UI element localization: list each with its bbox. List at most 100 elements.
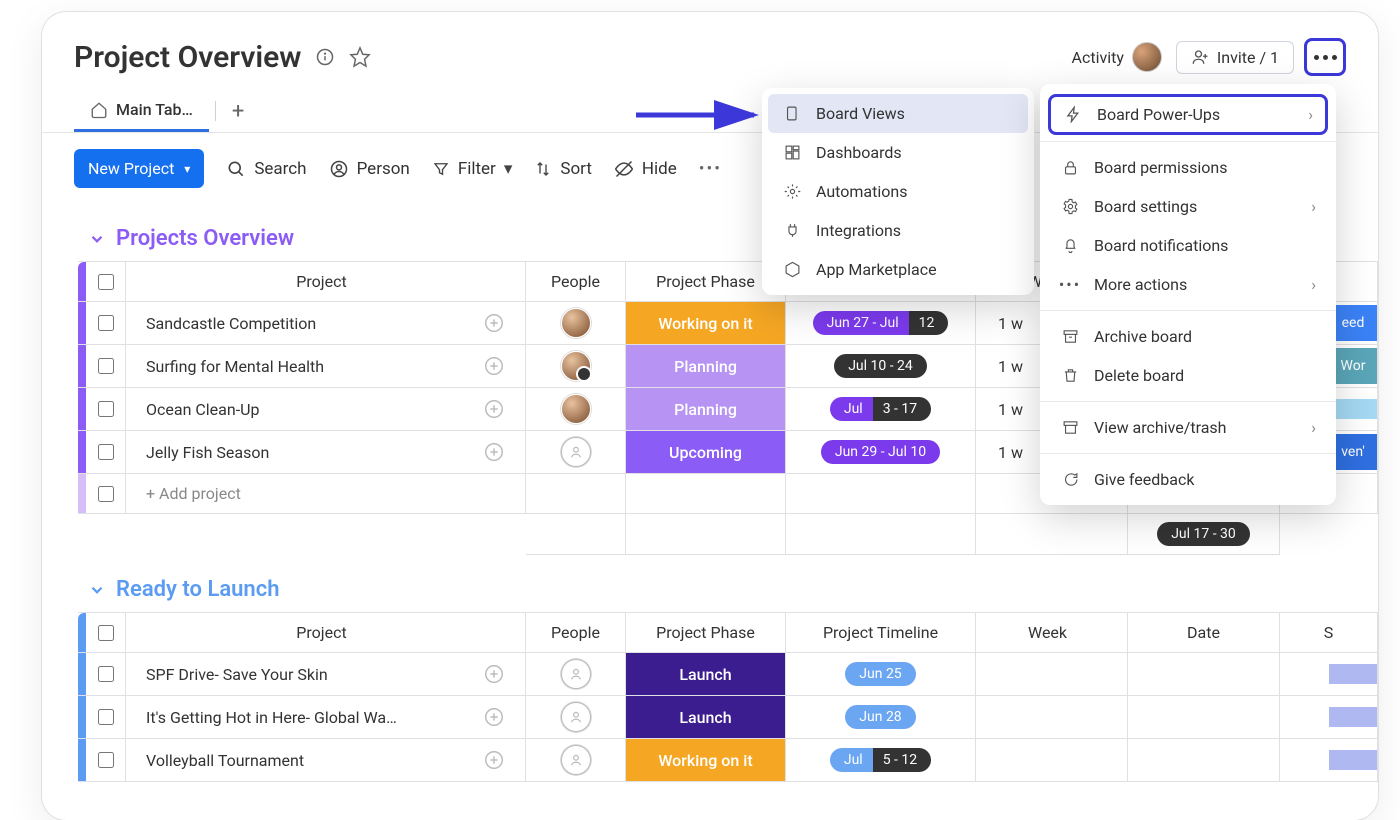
- add-comment-icon[interactable]: [483, 398, 505, 420]
- menu-item[interactable]: App Marketplace: [762, 250, 1034, 289]
- row-checkbox[interactable]: [86, 474, 126, 513]
- col-status[interactable]: S: [1280, 613, 1378, 652]
- phase-cell[interactable]: Working on it: [626, 302, 786, 344]
- add-project-row[interactable]: + Add project: [126, 474, 526, 513]
- row-checkbox[interactable]: [86, 431, 126, 473]
- status-cell[interactable]: [1280, 653, 1378, 695]
- menu-item[interactable]: Board settings ›: [1040, 187, 1336, 226]
- people-cell[interactable]: [526, 739, 626, 781]
- add-comment-icon[interactable]: [483, 749, 505, 771]
- star-icon[interactable]: [349, 46, 371, 68]
- table-row[interactable]: SPF Drive- Save Your Skin Launch Jun 25: [78, 653, 1378, 696]
- row-checkbox[interactable]: [86, 388, 126, 430]
- status-cell[interactable]: [1280, 696, 1378, 738]
- menu-item[interactable]: Board permissions: [1040, 148, 1336, 187]
- project-name[interactable]: Jelly Fish Season: [146, 443, 269, 462]
- activity-link[interactable]: Activity: [1072, 42, 1162, 72]
- people-cell[interactable]: [526, 388, 626, 430]
- menu-item[interactable]: Board notifications: [1040, 226, 1336, 265]
- timeline-cell[interactable]: Jun 29 - Jul 10: [786, 431, 976, 473]
- menu-item[interactable]: Automations: [762, 172, 1034, 211]
- phase-cell[interactable]: Launch: [626, 696, 786, 738]
- person-tool[interactable]: Person: [329, 159, 410, 179]
- col-people[interactable]: People: [526, 613, 626, 652]
- table-row[interactable]: It's Getting Hot in Here- Global Wa… Lau…: [78, 696, 1378, 739]
- people-cell[interactable]: [526, 431, 626, 473]
- col-week[interactable]: Week: [976, 613, 1128, 652]
- table-row[interactable]: Volleyball Tournament Working on it Jul5…: [78, 739, 1378, 782]
- tab-main-table[interactable]: Main Tab…: [74, 90, 209, 132]
- invite-button[interactable]: Invite / 1: [1176, 41, 1294, 74]
- timeline-cell[interactable]: Jul5 - 12: [786, 739, 976, 781]
- tab-label: Main Tab…: [116, 100, 193, 119]
- timeline-cell[interactable]: Jul3 - 17: [786, 388, 976, 430]
- row-checkbox[interactable]: [86, 345, 126, 387]
- avatar[interactable]: [561, 308, 591, 338]
- menu-item[interactable]: Board Views: [768, 94, 1028, 133]
- col-timeline[interactable]: Project Timeline: [786, 613, 976, 652]
- menu-item[interactable]: ••• More actions ›: [1040, 265, 1336, 304]
- add-comment-icon[interactable]: [483, 706, 505, 728]
- menu-item[interactable]: Dashboards: [762, 133, 1034, 172]
- people-cell[interactable]: [526, 653, 626, 695]
- people-cell[interactable]: [526, 302, 626, 344]
- toolbar-more[interactable]: •••: [699, 159, 722, 179]
- week-cell[interactable]: [976, 696, 1128, 738]
- menu-item[interactable]: Board Power-Ups ›: [1048, 94, 1328, 135]
- project-name[interactable]: Ocean Clean-Up: [146, 400, 259, 419]
- timeline-cell[interactable]: Jun 28: [786, 696, 976, 738]
- sort-tool[interactable]: Sort: [534, 159, 592, 179]
- row-checkbox[interactable]: [86, 696, 126, 738]
- add-comment-icon[interactable]: [483, 663, 505, 685]
- filter-tool[interactable]: Filter ▾: [432, 159, 513, 179]
- phase-cell[interactable]: Planning: [626, 388, 786, 430]
- timeline-cell[interactable]: Jul 10 - 24: [786, 345, 976, 387]
- people-cell[interactable]: [526, 345, 626, 387]
- col-people[interactable]: People: [526, 262, 626, 301]
- project-name[interactable]: It's Getting Hot in Here- Global Wa…: [146, 708, 397, 727]
- add-comment-icon[interactable]: [483, 355, 505, 377]
- week-cell[interactable]: [976, 653, 1128, 695]
- col-project[interactable]: Project: [126, 613, 526, 652]
- project-name[interactable]: Surfing for Mental Health: [146, 357, 324, 376]
- group-header-ready-to-launch[interactable]: Ready to Launch: [42, 555, 1378, 612]
- project-name[interactable]: Sandcastle Competition: [146, 314, 316, 333]
- people-cell[interactable]: [526, 696, 626, 738]
- date-cell[interactable]: [1128, 739, 1280, 781]
- phase-cell[interactable]: Planning: [626, 345, 786, 387]
- menu-item[interactable]: Delete board: [1040, 356, 1336, 395]
- select-all-checkbox[interactable]: [86, 613, 126, 652]
- week-cell[interactable]: [976, 739, 1128, 781]
- timeline-cell[interactable]: Jun 27 - Jul12: [786, 302, 976, 344]
- date-cell[interactable]: [1128, 696, 1280, 738]
- col-phase[interactable]: Project Phase: [626, 613, 786, 652]
- search-tool[interactable]: Search: [226, 159, 306, 179]
- add-tab-button[interactable]: +: [222, 99, 254, 124]
- phase-cell[interactable]: Working on it: [626, 739, 786, 781]
- info-icon[interactable]: [315, 47, 335, 67]
- date-cell[interactable]: [1128, 653, 1280, 695]
- project-name[interactable]: Volleyball Tournament: [146, 751, 304, 770]
- col-project[interactable]: Project: [126, 262, 526, 301]
- phase-cell[interactable]: Launch: [626, 653, 786, 695]
- more-menu-button[interactable]: [1304, 38, 1346, 76]
- phase-cell[interactable]: Upcoming: [626, 431, 786, 473]
- menu-item[interactable]: Give feedback: [1040, 460, 1336, 499]
- status-cell[interactable]: [1280, 739, 1378, 781]
- row-checkbox[interactable]: [86, 653, 126, 695]
- hide-tool[interactable]: Hide: [614, 159, 677, 179]
- timeline-cell[interactable]: Jun 25: [786, 653, 976, 695]
- select-all-checkbox[interactable]: [86, 262, 126, 301]
- add-comment-icon[interactable]: [483, 441, 505, 463]
- new-project-button[interactable]: New Project ▾: [74, 149, 204, 188]
- menu-item[interactable]: Archive board: [1040, 317, 1336, 356]
- menu-item[interactable]: View archive/trash ›: [1040, 408, 1336, 447]
- col-date[interactable]: Date: [1128, 613, 1280, 652]
- add-comment-icon[interactable]: [483, 312, 505, 334]
- menu-item[interactable]: Integrations: [762, 211, 1034, 250]
- avatar[interactable]: [561, 351, 591, 381]
- project-name[interactable]: SPF Drive- Save Your Skin: [146, 665, 328, 684]
- avatar[interactable]: [561, 394, 591, 424]
- row-checkbox[interactable]: [86, 302, 126, 344]
- row-checkbox[interactable]: [86, 739, 126, 781]
